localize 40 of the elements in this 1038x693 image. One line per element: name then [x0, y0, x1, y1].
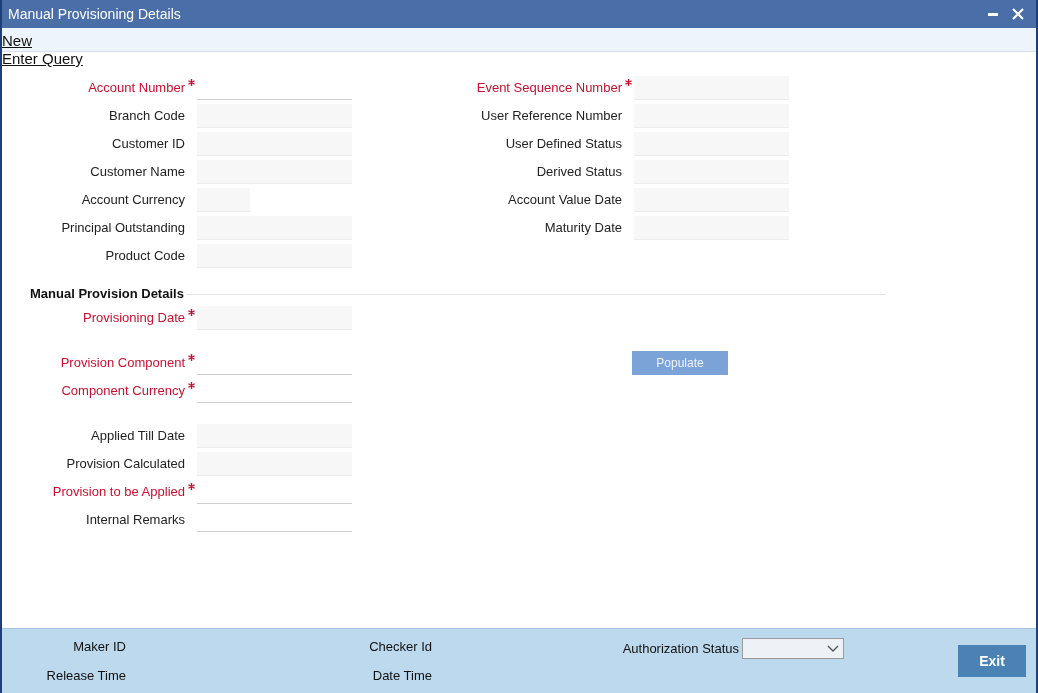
field-label: Provision Calculated [65, 455, 185, 474]
field-label: Branch Code [108, 107, 185, 126]
field-label: Principal Outstanding [60, 219, 185, 238]
field-label: User Defined Status [504, 135, 622, 154]
field-label: User Reference Number [480, 107, 622, 126]
field-label: Internal Remarks [85, 511, 185, 530]
minimize-icon[interactable] [988, 12, 998, 16]
required-asterisk-icon [188, 309, 195, 316]
field-label: Product Code [104, 247, 185, 266]
exit-button[interactable]: Exit [958, 645, 1026, 677]
required-asterisk-icon [188, 79, 195, 86]
required-asterisk-icon [188, 483, 195, 490]
field-label: Customer Name [89, 163, 185, 182]
field-label: Derived Status [535, 163, 622, 182]
checker-id-label: Checker Id [369, 638, 432, 656]
field-label: Provision to be Applied [51, 483, 185, 502]
authorization-status-dropdown[interactable] [742, 638, 844, 659]
maker-id-label: Maker ID [73, 638, 126, 656]
field-label: Event Sequence Number [475, 79, 622, 98]
field-label: Account Value Date [507, 191, 622, 210]
field-label: Provisioning Date [82, 309, 185, 328]
required-asterisk-icon [188, 382, 195, 389]
window-title: Manual Provisioning Details [8, 4, 181, 24]
field-label: Maturity Date [543, 219, 622, 238]
enter-query-link[interactable]: Enter Query [2, 52, 1036, 66]
required-asterisk-icon [625, 79, 632, 86]
new-link[interactable]: New [2, 31, 32, 51]
field-label: Account Currency [80, 191, 185, 210]
chevron-down-icon [827, 645, 839, 652]
field-label: Provision Component [59, 354, 185, 373]
field-label: Component Currency [60, 382, 185, 401]
close-icon[interactable] [1012, 8, 1024, 20]
required-asterisk-icon [188, 354, 195, 361]
field-label: Applied Till Date [90, 427, 185, 446]
authorization-status-label: Authorization Status [622, 639, 739, 658]
field-label: Customer ID [111, 135, 185, 154]
field-label: Account Number [87, 79, 185, 98]
release-time-label: Release Time [46, 666, 126, 685]
section-heading: Manual Provision Details [30, 285, 185, 304]
date-time-label: Date Time [372, 666, 432, 685]
